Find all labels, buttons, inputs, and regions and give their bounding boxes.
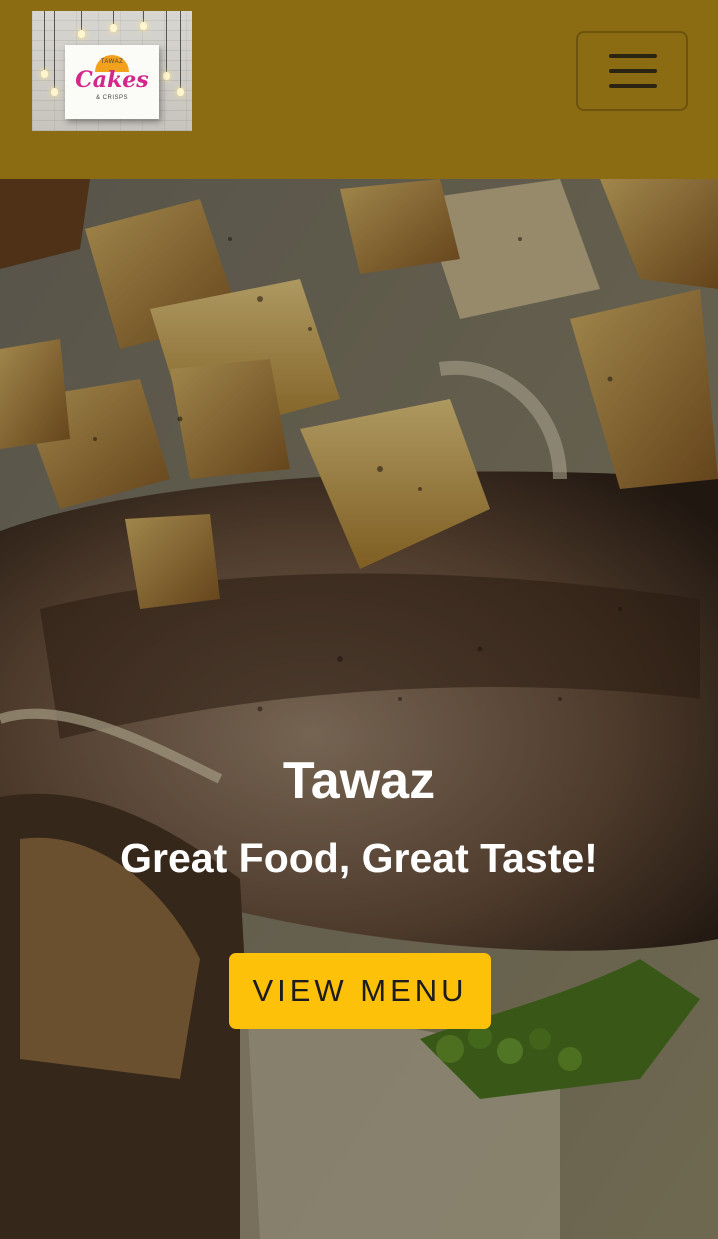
hero-subtitle: Great Food, Great Taste! <box>120 835 598 881</box>
light-bulb-icon <box>41 11 48 78</box>
hero-dark-overlay <box>0 179 718 1239</box>
light-bulb-icon <box>140 11 147 30</box>
light-bulb-icon <box>51 11 58 96</box>
light-bulb-icon <box>78 11 85 38</box>
navbar: TAWAZ Cakes & CRISPS <box>0 0 718 179</box>
hamburger-menu-button[interactable] <box>576 31 688 111</box>
hamburger-icon <box>609 54 657 58</box>
hero-section: Tawaz Great Food, Great Taste! VIEW MENU <box>0 179 718 1239</box>
hamburger-icon-line <box>609 84 657 88</box>
hamburger-icon-line <box>609 69 657 73</box>
hero-title: Tawaz <box>282 752 436 810</box>
light-bulb-icon <box>163 11 170 80</box>
light-bulb-icon <box>110 11 117 32</box>
logo-canvas: TAWAZ Cakes & CRISPS <box>65 45 159 119</box>
logo-bottom-text: & CRISPS <box>95 95 128 101</box>
logo-top-text: TAWAZ <box>100 59 124 65</box>
light-bulb-icon <box>177 11 184 96</box>
brand-logo[interactable]: TAWAZ Cakes & CRISPS <box>32 11 192 131</box>
view-menu-button[interactable]: VIEW MENU <box>229 953 491 1029</box>
logo-brand-text: Cakes <box>75 67 149 93</box>
